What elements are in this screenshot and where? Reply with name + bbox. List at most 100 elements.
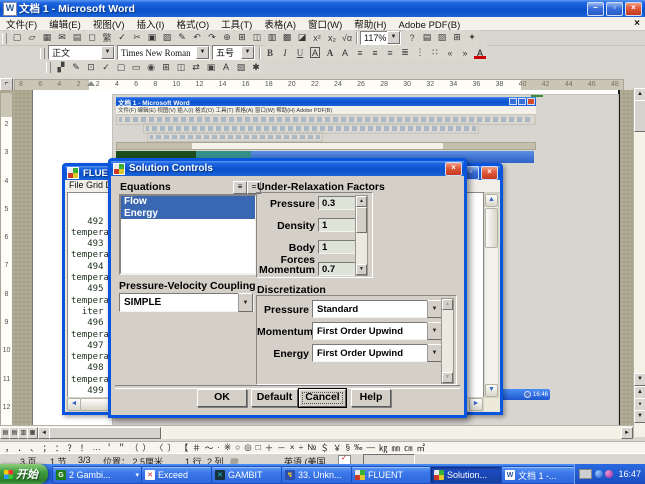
- align-justify-icon[interactable]: ≣: [398, 45, 412, 60]
- print-preview-icon[interactable]: ◻: [85, 30, 99, 45]
- view-outline-icon[interactable]: ▦: [27, 427, 38, 439]
- listbox-icon[interactable]: ⊞: [159, 60, 173, 75]
- align-right-icon[interactable]: ≡: [383, 45, 397, 60]
- drawing-icon[interactable]: ◪: [295, 30, 309, 45]
- scroll-down-icon[interactable]: ▼: [442, 372, 453, 383]
- minimize-button[interactable]: –: [587, 2, 604, 16]
- char-border-icon[interactable]: A: [308, 45, 322, 60]
- menu-item[interactable]: 帮助(H): [348, 20, 392, 31]
- word-pdf-icon[interactable]: ▤: [420, 30, 434, 45]
- pressure-urf-field[interactable]: 0.3: [318, 196, 356, 210]
- columns-icon[interactable]: ▩: [280, 30, 294, 45]
- solution-controls-dialog[interactable]: Solution Controls × Equations ≡ = FlowEn…: [108, 158, 467, 418]
- chevron-down-icon[interactable]: ▼: [241, 46, 254, 59]
- bullets-icon[interactable]: ∷: [428, 45, 442, 60]
- undo-icon[interactable]: ↶: [190, 30, 204, 45]
- momentum-discretization-select[interactable]: First Order Upwind ▼: [312, 322, 443, 340]
- menu-item[interactable]: 格式(O): [170, 20, 215, 31]
- scroll-left-icon[interactable]: ◄: [67, 398, 81, 411]
- help-icon[interactable]: ?: [405, 30, 419, 45]
- antivirus-icon[interactable]: [605, 470, 613, 478]
- word-title-bar[interactable]: W 文档 1 - Microsoft Word – ▫ ×: [0, 0, 645, 17]
- font-color-icon[interactable]: A: [473, 45, 487, 60]
- toolbar-handle[interactable]: [46, 62, 51, 73]
- equations-listbox[interactable]: FlowEnergy: [119, 194, 257, 275]
- console-vertical-scrollbar[interactable]: ▲ ▼: [484, 193, 499, 398]
- increase-indent-icon[interactable]: »: [458, 45, 472, 60]
- superscript-icon[interactable]: x²: [310, 30, 324, 45]
- scroll-right-icon[interactable]: ►: [469, 398, 483, 411]
- default-button[interactable]: Default: [251, 389, 298, 407]
- close-document-button[interactable]: ×: [634, 18, 640, 29]
- textbox-icon[interactable]: ▢: [114, 60, 128, 75]
- taskbar-task[interactable]: 33. Unkn...: [281, 466, 352, 484]
- chevron-down-icon[interactable]: ▼: [427, 344, 442, 362]
- chevron-down-icon[interactable]: ▼: [387, 31, 400, 44]
- tables-borders-icon[interactable]: ⊞: [235, 30, 249, 45]
- align-left-icon[interactable]: ≡: [353, 45, 367, 60]
- style-select[interactable]: 正文▼: [48, 45, 115, 60]
- taskbar-task[interactable]: FLUENT: [351, 466, 431, 484]
- taskbar-task[interactable]: Solution...: [430, 466, 502, 484]
- scroll-down-icon[interactable]: ▼: [634, 373, 645, 386]
- menu-item[interactable]: 视图(V): [87, 20, 131, 31]
- scroll-thumb[interactable]: [49, 427, 161, 439]
- scroll-down-icon[interactable]: ▼: [485, 384, 498, 397]
- energy-discretization-select[interactable]: First Order Upwind ▼: [312, 344, 443, 362]
- chevron-down-icon[interactable]: ▼: [427, 322, 442, 340]
- equations-list-button[interactable]: ≡: [233, 181, 247, 194]
- char-scale-icon[interactable]: A: [338, 45, 352, 60]
- menu-item[interactable]: 插入(I): [130, 20, 170, 31]
- chevron-down-icon[interactable]: ▼: [196, 46, 209, 59]
- insert-excel-icon[interactable]: ▥: [265, 30, 279, 45]
- scroll-right-icon[interactable]: ►: [621, 427, 633, 439]
- toolbar-handle[interactable]: [40, 48, 45, 59]
- pvc-select[interactable]: SIMPLE ▼: [119, 293, 254, 312]
- taskbar-task[interactable]: 文档 1 -...: [501, 466, 576, 484]
- insert-chart-icon[interactable]: ▞: [54, 60, 68, 75]
- menu-item[interactable]: 工具(T): [215, 20, 258, 31]
- scroll-thumb[interactable]: [634, 100, 645, 132]
- toggle-icon[interactable]: ⇄: [189, 60, 203, 75]
- scroll-up-icon[interactable]: ▲: [442, 299, 453, 310]
- density-urf-field[interactable]: 1: [318, 218, 356, 232]
- checkbox-icon[interactable]: ✓: [99, 60, 113, 75]
- vertical-scrollbar[interactable]: ▲ ▼ ▲ ● ▼: [633, 88, 645, 437]
- indent-marker[interactable]: [87, 81, 95, 86]
- scroll-up-icon[interactable]: ▲: [485, 194, 498, 207]
- clock[interactable]: 16:47: [618, 469, 641, 479]
- menu-item[interactable]: 表格(A): [258, 20, 302, 31]
- grid-icon[interactable]: ⊞: [450, 30, 464, 45]
- redo-icon[interactable]: ↷: [205, 30, 219, 45]
- mail-icon[interactable]: ✉: [55, 30, 69, 45]
- chevron-down-icon[interactable]: ▼: [101, 46, 114, 59]
- equation-icon[interactable]: √α: [340, 30, 354, 45]
- cut-icon[interactable]: ✂: [130, 30, 144, 45]
- spin-icon[interactable]: ▣: [204, 60, 218, 75]
- align-center-icon[interactable]: ≡: [368, 45, 382, 60]
- combobox-icon[interactable]: ◫: [174, 60, 188, 75]
- copy-icon[interactable]: ▣: [145, 30, 159, 45]
- printer-icon[interactable]: [579, 469, 592, 479]
- option-icon[interactable]: ◉: [144, 60, 158, 75]
- scroll-thumb[interactable]: [485, 208, 498, 248]
- scroll-up-icon[interactable]: ▲: [356, 196, 367, 207]
- open-icon[interactable]: ▱: [25, 30, 39, 45]
- numbering-icon[interactable]: ⋮: [413, 45, 427, 60]
- print-icon[interactable]: ▤: [70, 30, 84, 45]
- format-painter-icon[interactable]: ✎: [175, 30, 189, 45]
- urf-scrollbar[interactable]: ▲ ▼: [355, 195, 368, 276]
- ok-button[interactable]: OK: [197, 389, 247, 407]
- dialog-close-button[interactable]: ×: [445, 162, 462, 176]
- font-select[interactable]: Times New Roman▼: [117, 45, 210, 60]
- console-close-button[interactable]: ×: [481, 166, 498, 180]
- pressure-discretization-select[interactable]: Standard ▼: [312, 300, 443, 318]
- design-mode-icon[interactable]: ✎: [69, 60, 83, 75]
- start-button[interactable]: 开始: [0, 464, 48, 484]
- bold-icon[interactable]: B: [263, 45, 277, 60]
- taskbar-task[interactable]: GAMBIT: [211, 466, 282, 484]
- subscript-icon[interactable]: x₂: [325, 30, 339, 45]
- save-icon[interactable]: ▦: [40, 30, 54, 45]
- messenger-icon[interactable]: [595, 470, 603, 478]
- scroll-thumb[interactable]: [356, 207, 367, 233]
